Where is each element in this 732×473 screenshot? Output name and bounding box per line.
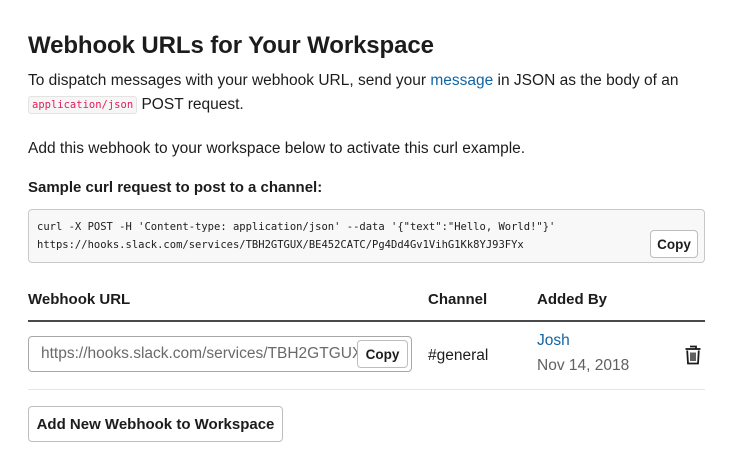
webhook-url-input[interactable] xyxy=(29,337,367,371)
header-webhook-url: Webhook URL xyxy=(28,291,131,308)
curl-command-line: curl -X POST -H 'Content-type: applicati… xyxy=(37,221,556,233)
curl-sample-box: curl -X POST -H 'Content-type: applicati… xyxy=(28,209,705,263)
added-date: Nov 14, 2018 xyxy=(537,357,630,374)
add-new-webhook-button[interactable]: Add New Webhook to Workspace xyxy=(28,406,283,442)
channel-name: #general xyxy=(428,347,489,364)
header-added-by: Added By xyxy=(537,291,608,308)
copy-webhook-url-button[interactable]: Copy xyxy=(357,340,408,368)
copy-curl-button[interactable]: Copy xyxy=(650,230,698,258)
intro-text-middle: in JSON as the body of an xyxy=(493,72,679,89)
webhook-url-field: Copy xyxy=(28,336,412,372)
intro-text-start: To dispatch messages with your webhook U… xyxy=(28,72,431,89)
intro-text-end: POST request. xyxy=(141,96,244,113)
sample-curl-label: Sample curl request to post to a channel… xyxy=(28,179,323,196)
message-link[interactable]: message xyxy=(430,72,493,89)
page-title: Webhook URLs for Your Workspace xyxy=(28,32,434,59)
trash-icon[interactable] xyxy=(684,345,702,365)
activation-note: Add this webhook to your workspace below… xyxy=(28,140,526,157)
table-header: Webhook URL Channel Added By xyxy=(28,282,705,322)
webhooks-table: Webhook URL Channel Added By Copy #gener… xyxy=(28,282,705,390)
trash-icon-glyph xyxy=(685,345,701,365)
curl-url-line: https://hooks.slack.com/services/TBH2GTG… xyxy=(37,239,524,251)
added-by-user-link[interactable]: Josh xyxy=(537,331,570,351)
intro-paragraph: To dispatch messages with your webhook U… xyxy=(28,69,705,117)
header-channel: Channel xyxy=(428,291,488,308)
webhook-page: Webhook URLs for Your Workspace To dispa… xyxy=(28,30,705,442)
content-type-code: application/json xyxy=(28,96,138,114)
table-row: Copy #general Josh Nov 14, 2018 xyxy=(28,322,705,390)
